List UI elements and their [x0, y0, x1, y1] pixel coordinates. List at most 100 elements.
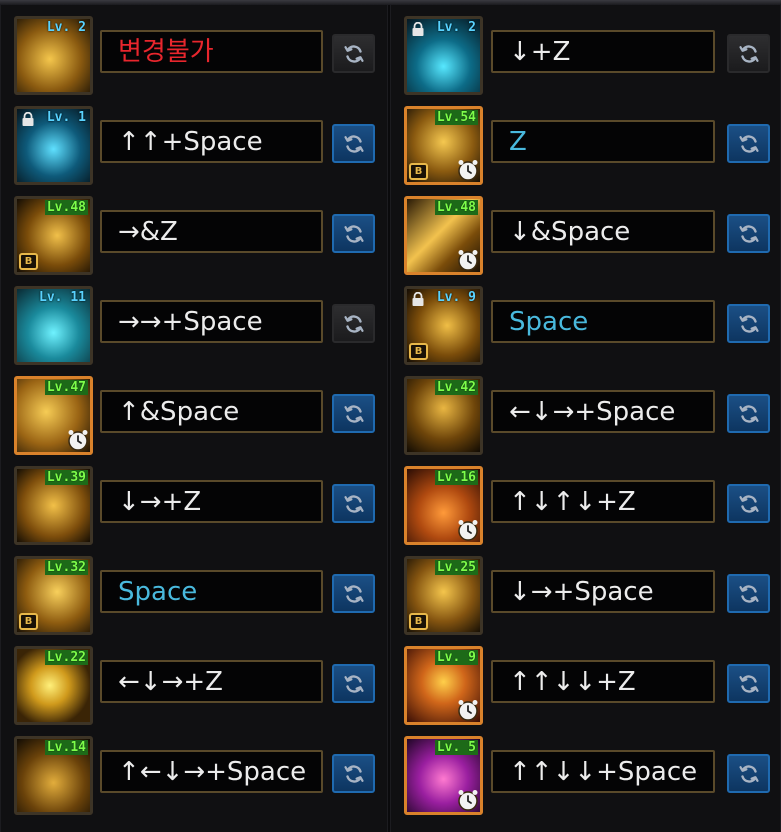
skill-icon[interactable]: Lv. 1: [14, 106, 93, 185]
command-field[interactable]: ←↓→+Z: [100, 660, 323, 703]
skill-row: Lv.14 ↑←↓→+Space: [1, 728, 387, 818]
buff-b-icon: B: [19, 253, 38, 270]
change-command-button: [332, 34, 375, 73]
change-command-button[interactable]: [727, 214, 770, 253]
cooldown-clock-icon: [66, 428, 90, 452]
change-command-button[interactable]: [332, 484, 375, 523]
change-command-button[interactable]: [332, 124, 375, 163]
change-command-button[interactable]: [332, 574, 375, 613]
command-text: ←↓→+Z: [118, 667, 223, 697]
command-text: ↓+Z: [509, 37, 571, 67]
skill-level: Lv.39: [44, 470, 88, 485]
change-command-button[interactable]: [332, 664, 375, 703]
change-command-button[interactable]: [332, 214, 375, 253]
skill-level: Lv. 9: [434, 650, 478, 665]
skill-icon[interactable]: Lv. 9: [404, 646, 483, 725]
change-command-button[interactable]: [727, 754, 770, 793]
command-field[interactable]: Space: [100, 570, 323, 613]
skill-row: Lv.48 B →&Z: [1, 188, 387, 278]
command-field[interactable]: Z: [491, 120, 715, 163]
change-command-button[interactable]: [332, 754, 375, 793]
skill-row: Lv. 1 ↑↑+Space: [1, 98, 387, 188]
command-text: →&Z: [118, 217, 178, 247]
command-field[interactable]: ↑←↓→+Space: [100, 750, 323, 793]
command-field[interactable]: 변경불가: [100, 30, 323, 73]
skill-icon[interactable]: Lv.42: [404, 376, 483, 455]
skill-icon[interactable]: Lv. 2: [14, 16, 93, 95]
lock-icon: [410, 21, 426, 36]
lock-icon: [20, 111, 36, 126]
skill-icon[interactable]: Lv.25 B: [404, 556, 483, 635]
skill-level: Lv.48: [44, 200, 88, 215]
skill-icon[interactable]: Lv.14: [14, 736, 93, 815]
command-field[interactable]: →→+Space: [100, 300, 323, 343]
skill-icon[interactable]: Lv.48 B: [14, 196, 93, 275]
skill-icon[interactable]: Lv. 11: [14, 286, 93, 365]
cooldown-clock-icon: [456, 698, 480, 722]
command-field[interactable]: ↓→+Z: [100, 480, 323, 523]
lock-icon: [410, 291, 426, 306]
buff-b-icon: B: [19, 613, 38, 630]
buff-b-icon: B: [409, 163, 428, 180]
skill-level: Lv. 2: [46, 20, 86, 35]
command-text: ↑↑↓↓+Space: [509, 757, 698, 787]
skill-icon[interactable]: Lv.48: [404, 196, 483, 275]
command-field[interactable]: ↑↓↑↓+Z: [491, 480, 715, 523]
skill-level: Lv.42: [434, 380, 478, 395]
command-field[interactable]: ↑&Space: [100, 390, 323, 433]
change-command-button[interactable]: [727, 574, 770, 613]
skill-row: Lv.32 B Space: [1, 548, 387, 638]
skill-row: Lv.48 ↓&Space: [391, 188, 780, 278]
change-command-button: [332, 304, 375, 343]
command-field[interactable]: ↑↑↓↓+Z: [491, 660, 715, 703]
skill-row: Lv.54 B Z: [391, 98, 780, 188]
skill-icon[interactable]: Lv.47: [14, 376, 93, 455]
change-command-button[interactable]: [727, 484, 770, 523]
command-text: ↑↓↑↓+Z: [509, 487, 636, 517]
skill-level: Lv. 2: [436, 20, 476, 35]
skill-icon[interactable]: Lv.22: [14, 646, 93, 725]
change-command-button[interactable]: [727, 124, 770, 163]
skill-icon[interactable]: Lv. 9 B: [404, 286, 483, 365]
cooldown-clock-icon: [456, 518, 480, 542]
skill-level: Lv.14: [44, 740, 88, 755]
skill-row: Lv. 9 ↑↑↓↓+Z: [391, 638, 780, 728]
buff-b-icon: B: [409, 613, 428, 630]
skill-level: Lv.54: [434, 110, 478, 125]
skill-row: Lv.47 ↑&Space: [1, 368, 387, 458]
command-field[interactable]: ↓&Space: [491, 210, 715, 253]
command-text: Z: [509, 127, 527, 157]
skill-row: Lv. 11 →→+Space: [1, 278, 387, 368]
command-field[interactable]: ↓+Z: [491, 30, 715, 73]
skill-level: Lv.47: [44, 380, 88, 395]
change-command-button[interactable]: [727, 304, 770, 343]
change-command-button[interactable]: [727, 664, 770, 703]
skill-icon[interactable]: Lv.39: [14, 466, 93, 545]
skill-level: Lv. 5: [434, 740, 478, 755]
command-field[interactable]: →&Z: [100, 210, 323, 253]
command-text: Space: [118, 577, 198, 607]
command-field[interactable]: ↑↑↓↓+Space: [491, 750, 715, 793]
command-text: ↑&Space: [118, 397, 240, 427]
command-text: 변경불가: [118, 37, 214, 67]
skill-level: Lv.25: [434, 560, 478, 575]
command-text: ↓→+Z: [118, 487, 202, 517]
skill-icon[interactable]: Lv. 2: [404, 16, 483, 95]
skill-icon[interactable]: Lv.54 B: [404, 106, 483, 185]
change-command-button[interactable]: [332, 394, 375, 433]
command-text: ↑←↓→+Space: [118, 757, 307, 787]
command-text: ↓→+Space: [509, 577, 654, 607]
change-command-button[interactable]: [727, 394, 770, 433]
command-field[interactable]: Space: [491, 300, 715, 343]
command-field[interactable]: ↑↑+Space: [100, 120, 323, 163]
cooldown-clock-icon: [456, 788, 480, 812]
skill-icon[interactable]: Lv. 5: [404, 736, 483, 815]
skill-level: Lv.16: [434, 470, 478, 485]
skill-icon[interactable]: Lv.16: [404, 466, 483, 545]
cooldown-clock-icon: [456, 248, 480, 272]
skill-column-left: Lv. 2 변경불가 Lv. 1 ↑↑+Space Lv.48 B →&Z Lv. 11 →→+…: [0, 5, 388, 832]
command-field[interactable]: ←↓→+Space: [491, 390, 715, 433]
command-field[interactable]: ↓→+Space: [491, 570, 715, 613]
skill-row: Lv.25 B ↓→+Space: [391, 548, 780, 638]
skill-icon[interactable]: Lv.32 B: [14, 556, 93, 635]
